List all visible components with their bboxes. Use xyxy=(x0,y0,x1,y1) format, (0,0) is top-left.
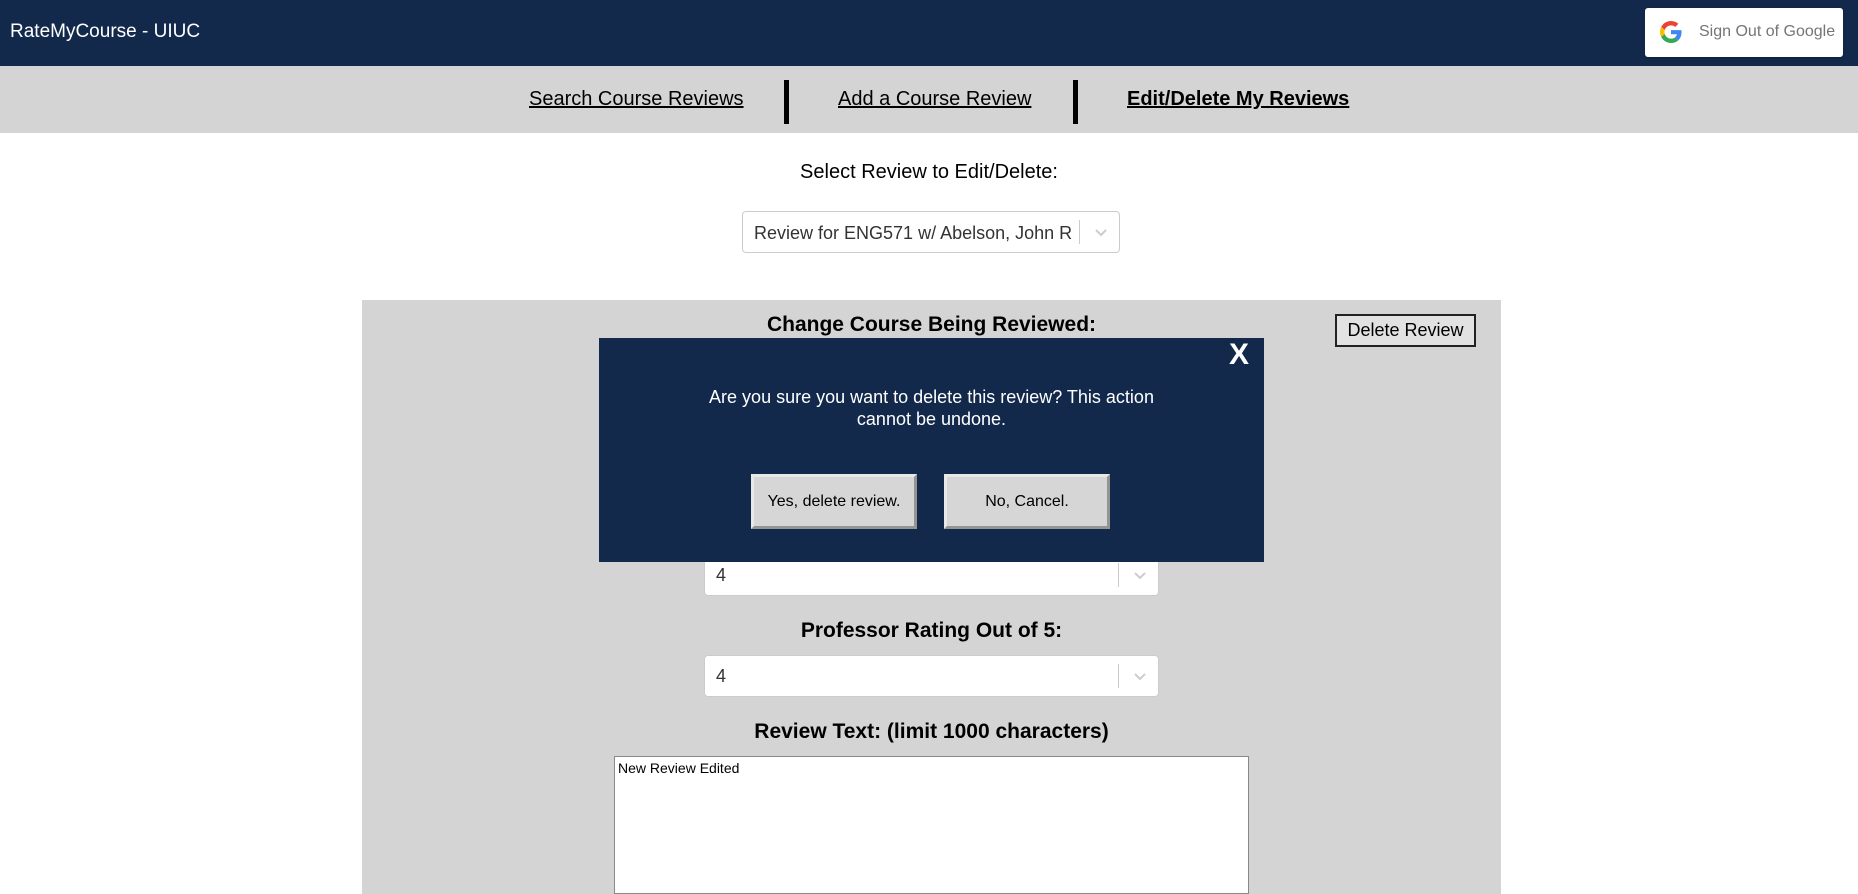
professor-rating-label: Professor Rating Out of 5: xyxy=(800,619,1063,642)
select-divider xyxy=(1118,563,1119,587)
delete-confirm-modal: X Are you sure you want to delete this r… xyxy=(599,338,1264,562)
google-sign-out-button[interactable]: Sign Out of Google xyxy=(1645,8,1843,57)
nav-bar: Search Course Reviews Add a Course Revie… xyxy=(0,66,1858,133)
app-title: RateMyCourse - UIUC xyxy=(10,21,201,42)
nav-separator xyxy=(1073,80,1078,124)
professor-rating-select[interactable]: 4 xyxy=(704,655,1159,697)
professor-rating-value: 4 xyxy=(716,666,727,686)
chevron-down-icon xyxy=(1134,572,1146,580)
chevron-down-icon xyxy=(1095,229,1107,237)
select-divider xyxy=(1118,664,1119,688)
nav-separator xyxy=(784,80,789,124)
review-select-value: Review for ENG571 w/ Abelson, John R xyxy=(754,223,1073,243)
delete-review-button[interactable]: Delete Review xyxy=(1335,314,1476,347)
select-divider xyxy=(1079,220,1080,244)
change-course-heading: Change Course Being Reviewed: xyxy=(766,313,1097,336)
google-sign-out-label: Sign Out of Google xyxy=(1699,23,1836,40)
modal-message: Are you sure you want to delete this rev… xyxy=(709,387,1154,429)
google-icon xyxy=(1660,21,1682,43)
review-text-area[interactable]: New Review Edited xyxy=(614,756,1249,894)
course-rating-value: 4 xyxy=(716,565,727,585)
cancel-button[interactable]: No, Cancel. xyxy=(944,474,1110,529)
select-review-label: Select Review to Edit/Delete: xyxy=(800,161,1058,183)
top-header: RateMyCourse - UIUC Sign Out of Google xyxy=(0,0,1858,66)
nav-add-review[interactable]: Add a Course Review xyxy=(838,88,1031,111)
nav-search-reviews[interactable]: Search Course Reviews xyxy=(529,88,744,111)
confirm-delete-button[interactable]: Yes, delete review. xyxy=(751,474,917,529)
close-icon[interactable]: X xyxy=(1229,338,1249,372)
nav-edit-delete-reviews[interactable]: Edit/Delete My Reviews xyxy=(1127,88,1349,111)
chevron-down-icon xyxy=(1134,673,1146,681)
review-text-label: Review Text: (limit 1000 characters) xyxy=(754,720,1109,743)
review-select-dropdown[interactable]: Review for ENG571 w/ Abelson, John R xyxy=(742,211,1120,253)
